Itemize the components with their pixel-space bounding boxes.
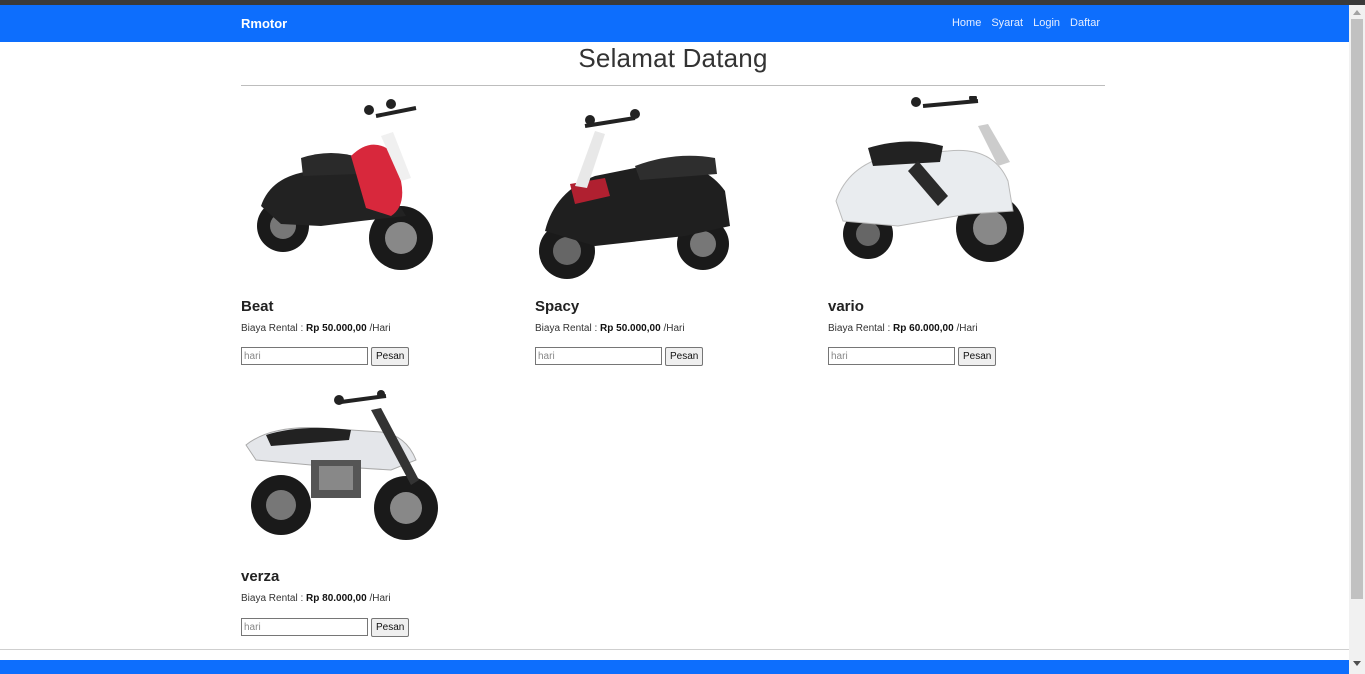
price-value: Rp 80.000,00 (306, 593, 367, 604)
title-divider (241, 85, 1105, 86)
footer-divider (0, 649, 1349, 650)
vertical-scrollbar[interactable] (1349, 5, 1365, 674)
product-name: vario (828, 298, 864, 315)
product-name: Spacy (535, 298, 580, 315)
price-unit: /Hari (956, 323, 978, 334)
page-title: Selamat Datang (578, 43, 768, 73)
scroll-down-arrow-icon[interactable] (1353, 661, 1361, 666)
order-button[interactable]: Pesan (665, 347, 704, 366)
price-value: Rp 50.000,00 (306, 323, 367, 334)
product-card-vario: vario Biaya Rental : Rp 60.000,00 /Hari … (828, 96, 1088, 368)
product-name: Beat (241, 298, 274, 315)
order-button[interactable]: Pesan (371, 618, 410, 637)
product-price: Biaya Rental : Rp 50.000,00 /Hari (535, 323, 685, 334)
nav-link-home[interactable]: Home (952, 17, 981, 29)
nav-links: Home Syarat Login Daftar (952, 17, 1100, 29)
price-value: Rp 50.000,00 (600, 323, 661, 334)
days-input[interactable] (241, 347, 368, 365)
motorcycle-image (535, 96, 735, 292)
product-price: Biaya Rental : Rp 80.000,00 /Hari (241, 593, 391, 604)
nav-link-syarat[interactable]: Syarat (991, 17, 1023, 29)
product-card-verza: verza Biaya Rental : Rp 80.000,00 /Hari … (241, 390, 501, 640)
order-form: Pesan (535, 347, 704, 366)
order-button[interactable]: Pesan (371, 347, 410, 366)
brand-link[interactable]: Rmotor (241, 16, 287, 31)
motorcycle-image (828, 96, 1028, 292)
order-button[interactable]: Pesan (958, 347, 997, 366)
product-card-spacy: Spacy Biaya Rental : Rp 50.000,00 /Hari … (535, 96, 795, 368)
order-form: Pesan (828, 347, 997, 366)
product-name: verza (241, 568, 280, 585)
order-form: Pesan (241, 618, 410, 637)
order-form: Pesan (241, 347, 410, 366)
price-label: Biaya Rental : (241, 323, 304, 334)
product-price: Biaya Rental : Rp 50.000,00 /Hari (241, 323, 391, 334)
nav-link-login[interactable]: Login (1033, 17, 1060, 29)
price-unit: /Hari (663, 323, 685, 334)
scroll-up-arrow-icon[interactable] (1353, 10, 1361, 15)
days-input[interactable] (828, 347, 955, 365)
footer (0, 660, 1349, 674)
motorcycle-image (241, 390, 441, 586)
product-price: Biaya Rental : Rp 60.000,00 /Hari (828, 323, 978, 334)
price-value: Rp 60.000,00 (893, 323, 954, 334)
days-input[interactable] (241, 618, 368, 636)
navbar: Rmotor Home Syarat Login Daftar (0, 5, 1349, 42)
price-unit: /Hari (369, 593, 391, 604)
nav-link-daftar[interactable]: Daftar (1070, 17, 1100, 29)
motorcycle-image (241, 96, 441, 292)
price-label: Biaya Rental : (535, 323, 598, 334)
product-card-beat: Beat Biaya Rental : Rp 50.000,00 /Hari P… (241, 96, 501, 368)
price-unit: /Hari (369, 323, 391, 334)
price-label: Biaya Rental : (828, 323, 891, 334)
scrollbar-thumb[interactable] (1351, 19, 1363, 599)
price-label: Biaya Rental : (241, 593, 304, 604)
days-input[interactable] (535, 347, 662, 365)
